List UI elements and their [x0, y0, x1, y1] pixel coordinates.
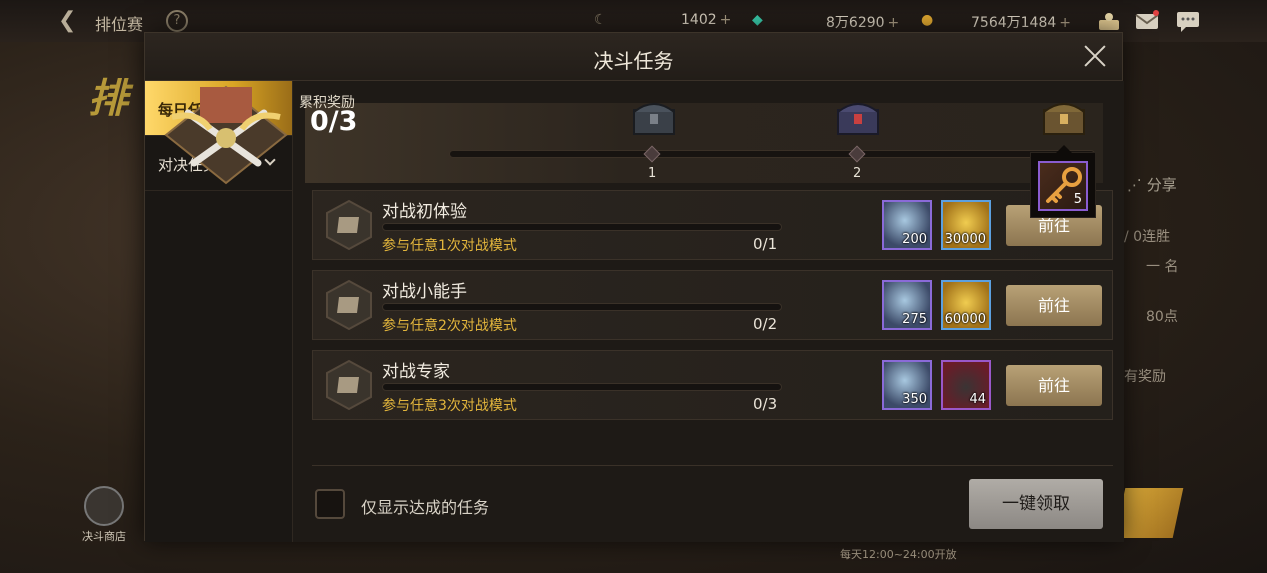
scroll-icon [326, 199, 372, 251]
question-icon[interactable]: ? [166, 10, 188, 32]
show-completed-label: 仅显示达成的任务 [361, 498, 490, 517]
task-description: 参与任意1次对战模式 [382, 238, 517, 254]
task-description: 参与任意2次对战模式 [382, 318, 517, 334]
footer-divider [312, 465, 1113, 466]
key-reward-icon: 5 [1038, 161, 1088, 211]
show-completed-checkbox[interactable] [315, 489, 345, 519]
scroll-icon [326, 279, 372, 331]
share-icon: ⋰ [1127, 176, 1142, 194]
shop-icon [84, 486, 124, 526]
go-button[interactable]: 前往 [1006, 365, 1102, 406]
medal-reward-icon[interactable]: 275 [882, 280, 932, 330]
task-progress-bar [382, 223, 782, 231]
open-hours-note: 每天12:00~24:00开放 [840, 548, 957, 561]
bg-stat: / 0连胜 [1124, 229, 1171, 245]
bg-stat: 一 名 [1146, 259, 1179, 275]
task-progress-text: 0/2 [753, 315, 778, 333]
task-description: 参与任意3次对战模式 [382, 398, 517, 414]
gold-coin-reward-icon[interactable]: 30000 [941, 200, 991, 250]
milestone-label: 2 [853, 166, 862, 181]
task-progress-bar [382, 383, 782, 391]
gold-coin-reward-icon[interactable]: 60000 [941, 280, 991, 330]
scroll-icon [326, 359, 372, 411]
chest-icon[interactable] [1040, 96, 1088, 138]
page-title: 排位赛 [95, 15, 144, 34]
share-button[interactable]: ⋰ 分享 [1127, 174, 1177, 195]
card-pack-reward-icon[interactable]: 44 [941, 360, 991, 410]
task-progress-bar [382, 303, 782, 311]
task-row: 对战专家 参与任意3次对战模式 0/3 350 44 前往 [312, 350, 1113, 420]
bg-stat: 有奖励 [1124, 369, 1166, 385]
dialog-title: 决斗任务 [593, 49, 674, 73]
currency-2[interactable]: 8万6290 + [826, 12, 899, 32]
reward-tooltip: 5 [1030, 145, 1096, 218]
ranked-logo: 排 [88, 76, 128, 122]
close-icon[interactable] [1080, 41, 1110, 71]
task-progress-text: 0/3 [753, 395, 778, 413]
currency-1[interactable]: 1402 + [681, 12, 731, 28]
task-row: 对战小能手 参与任意2次对战模式 0/2 275 60000 前往 [312, 270, 1113, 340]
gem-icon: ◆ [752, 12, 763, 28]
claim-all-button[interactable]: 一键领取 [969, 479, 1103, 529]
cumulative-progress-bar [449, 150, 1095, 158]
task-row: 对战初体验 参与任意1次对战模式 0/1 200 30000 前往 [312, 190, 1113, 260]
currency-3[interactable]: 7564万1484 + [971, 12, 1071, 32]
back-icon[interactable]: ❮ [58, 8, 76, 33]
coin-icon: ● [921, 12, 934, 28]
chest-icon[interactable] [630, 96, 678, 138]
chat-icon[interactable] [1175, 8, 1201, 34]
medal-reward-icon[interactable]: 200 [882, 200, 932, 250]
bg-start-button[interactable] [1114, 488, 1184, 538]
moon-icon: ☾ [594, 12, 607, 28]
duel-shop-button[interactable]: 决斗商店 [72, 486, 136, 544]
cake-icon[interactable] [1096, 8, 1122, 34]
mail-icon[interactable] [1134, 8, 1160, 34]
chest-icon[interactable] [834, 96, 882, 138]
cumulative-reward-value: 0/3 [310, 106, 358, 137]
task-progress-text: 0/1 [753, 235, 778, 253]
milestone-label: 1 [648, 166, 657, 181]
dialog-header: 决斗任务 [145, 33, 1122, 81]
rank-emblem-icon [164, 85, 288, 185]
bg-stat: 80点 [1146, 309, 1178, 325]
go-button[interactable]: 前往 [1006, 285, 1102, 326]
task-name: 对战专家 [382, 362, 450, 382]
task-name: 对战小能手 [382, 282, 467, 302]
cumulative-reward-banner [305, 103, 1103, 183]
task-name: 对战初体验 [382, 202, 467, 222]
medal-reward-icon[interactable]: 350 [882, 360, 932, 410]
